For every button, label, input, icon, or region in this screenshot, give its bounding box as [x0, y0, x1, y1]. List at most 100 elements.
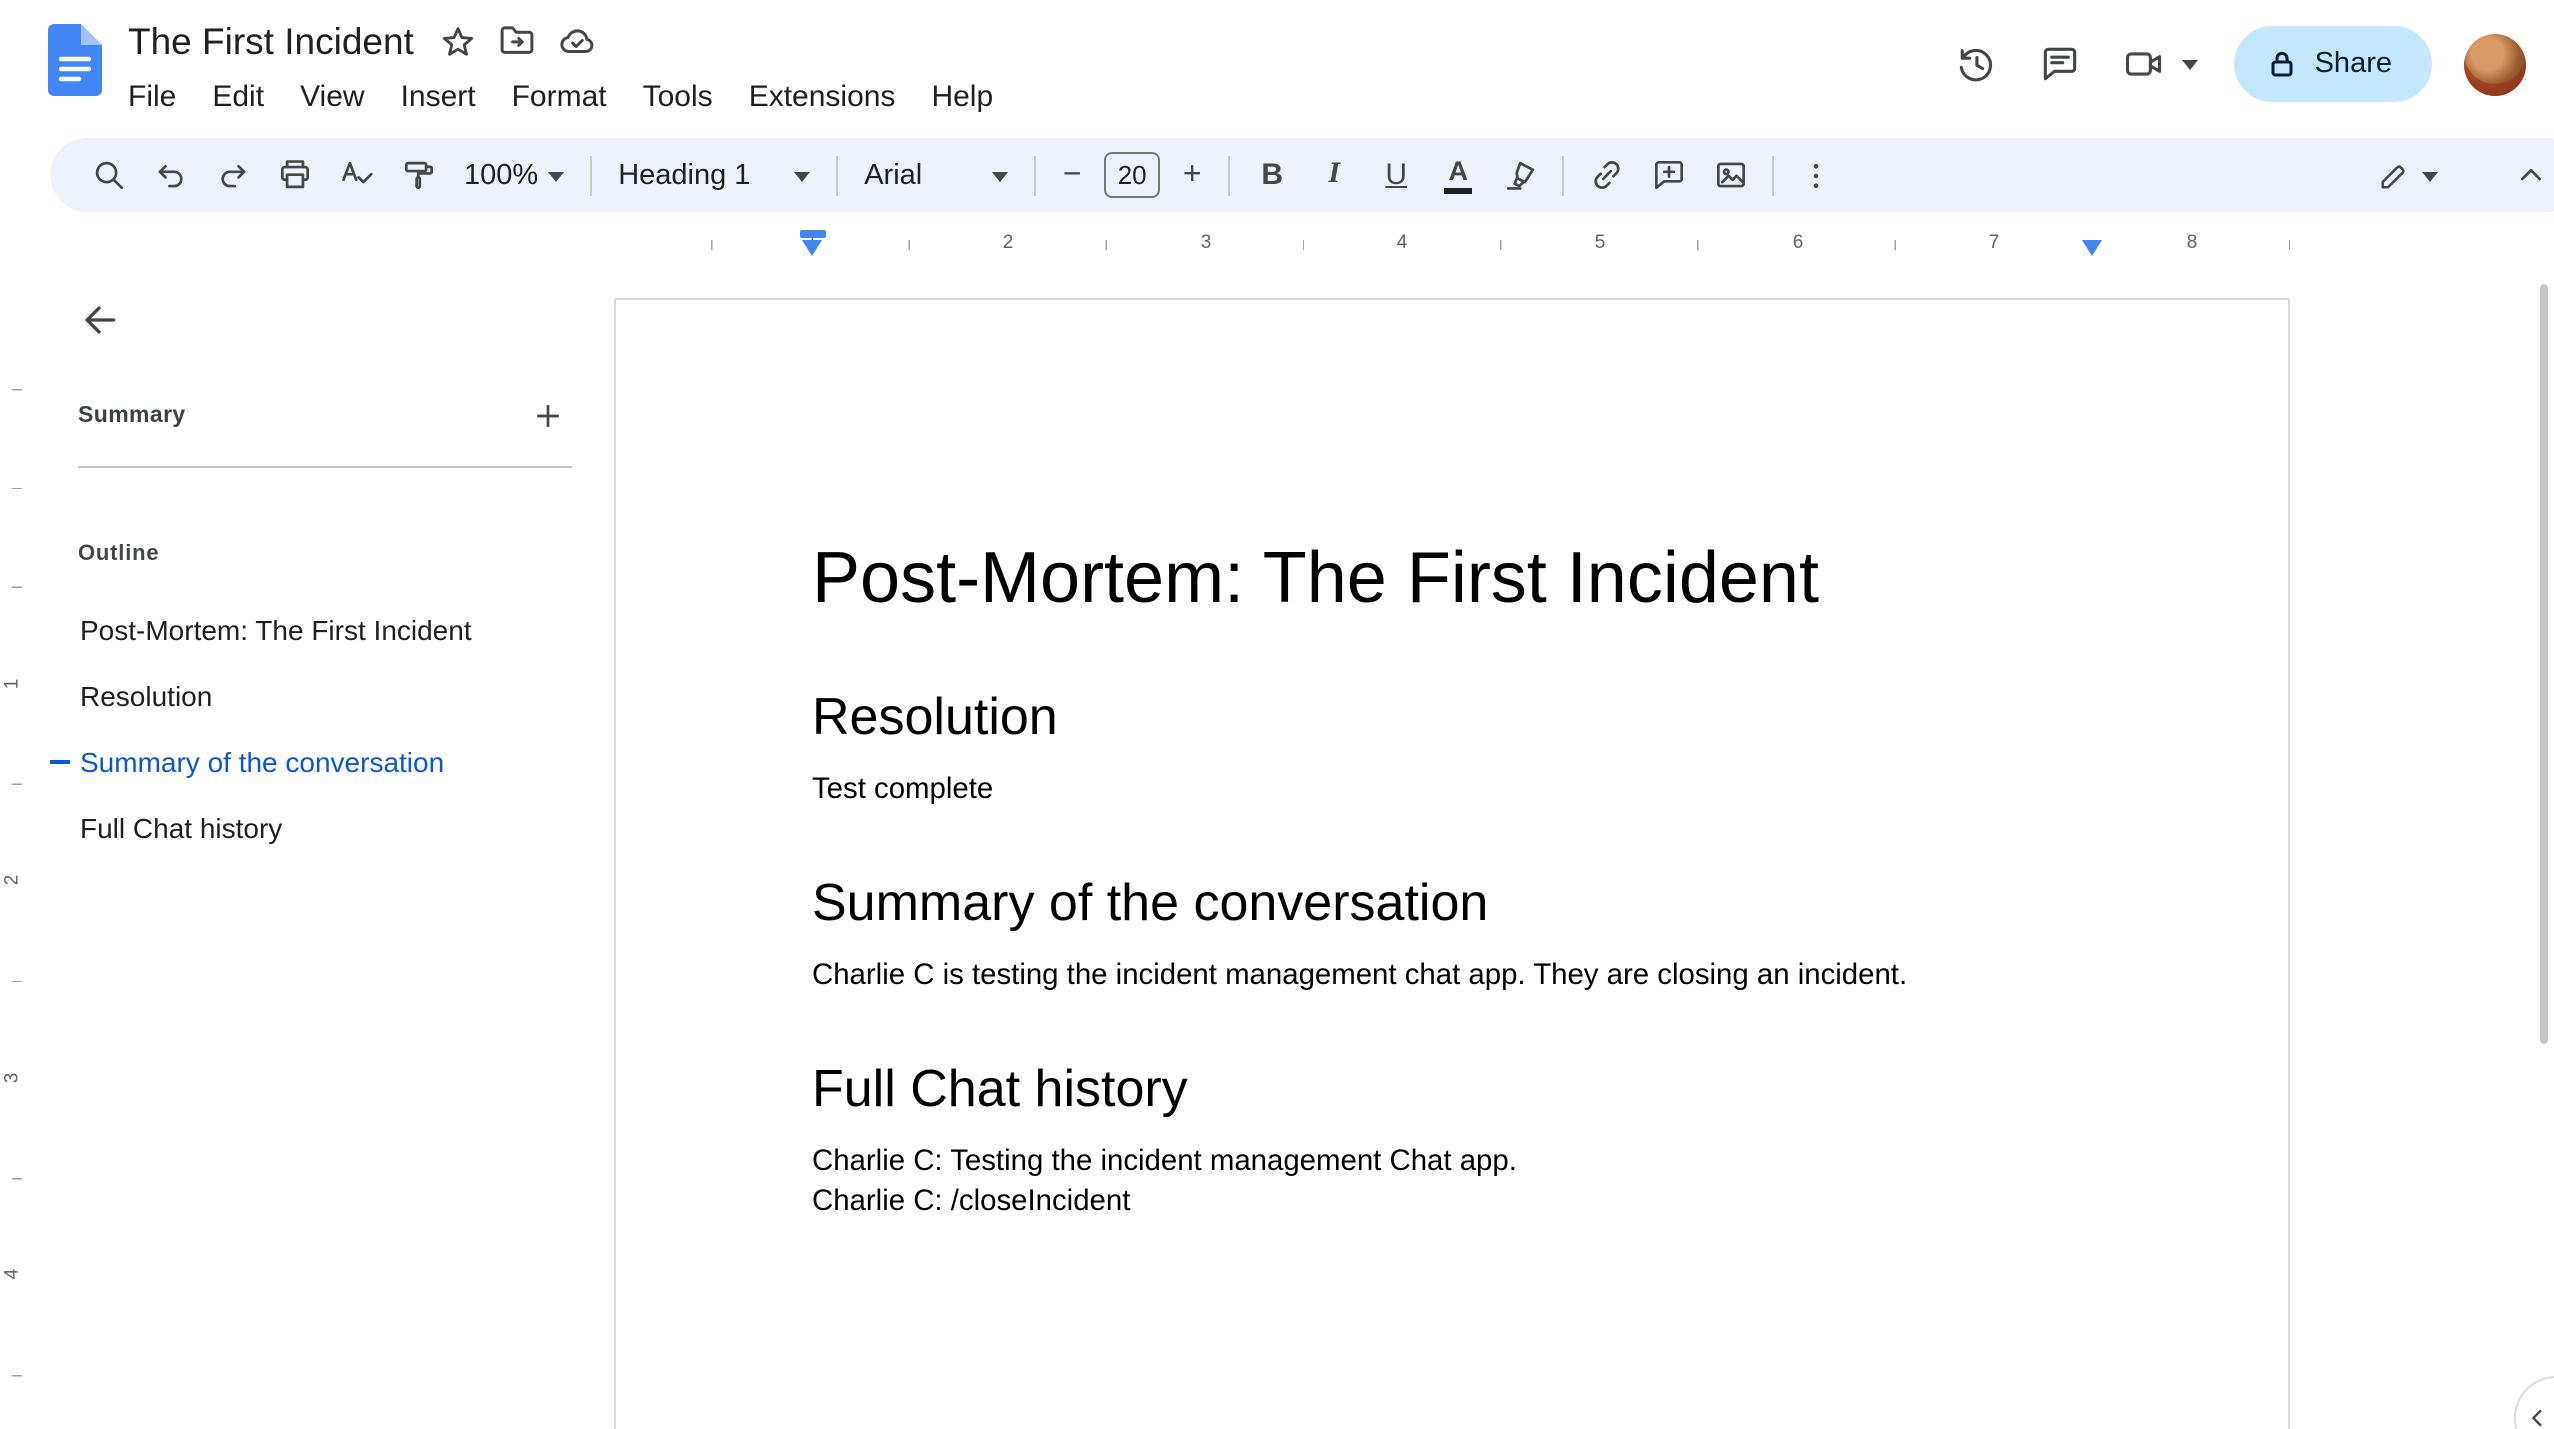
- menu-view[interactable]: View: [282, 76, 383, 118]
- menu-tools[interactable]: Tools: [625, 76, 731, 118]
- zoom-value: 100%: [464, 159, 539, 191]
- share-button[interactable]: Share: [2234, 26, 2432, 102]
- document-page[interactable]: Post-Mortem: The First Incident Resoluti…: [614, 298, 2290, 1429]
- doc-paragraph[interactable]: Charlie C is testing the incident manage…: [812, 956, 2092, 996]
- outline-list: Post-Mortem: The First Incident Resoluti…: [50, 596, 594, 860]
- horizontal-ruler: 1 2 3 4 5 6 7 8: [614, 228, 2290, 262]
- outline-item-resolution[interactable]: Resolution: [50, 662, 594, 728]
- side-panel-toggle[interactable]: [2514, 1376, 2554, 1429]
- menu-extensions[interactable]: Extensions: [731, 76, 914, 118]
- comments-icon[interactable]: [2027, 30, 2095, 98]
- ruler-ticks: [12, 292, 22, 1429]
- bold-button[interactable]: B: [1242, 145, 1302, 205]
- font-select[interactable]: Arial: [850, 145, 1022, 205]
- toolbar: 100% Heading 1 Arial − 20 + B I U A: [50, 138, 2554, 212]
- chevron-down-icon: [2182, 60, 2199, 78]
- summary-section: Summary: [78, 394, 572, 438]
- underline-button[interactable]: U: [1366, 145, 1426, 205]
- undo-icon[interactable]: [140, 145, 200, 205]
- video-camera-icon: [2111, 30, 2179, 98]
- header-actions: Share: [1943, 24, 2526, 104]
- header: The First Incident File Edit View Insert…: [0, 0, 2554, 132]
- text-color-icon: A: [1444, 157, 1473, 193]
- doc-heading-title[interactable]: Post-Mortem: The First Incident: [812, 532, 2092, 624]
- doc-paragraph[interactable]: Charlie C: /closeIncident: [812, 1182, 2092, 1222]
- star-icon[interactable]: [432, 15, 484, 67]
- ruler-ticks: [614, 240, 2290, 250]
- menu-edit[interactable]: Edit: [194, 76, 282, 118]
- sidebar-divider: [78, 466, 572, 468]
- toolbar-divider: [1228, 155, 1231, 195]
- header-main: The First Incident File Edit View Insert…: [126, 14, 1011, 118]
- document-content: Post-Mortem: The First Incident Resoluti…: [616, 300, 2288, 1222]
- hide-menus-icon[interactable]: [2500, 145, 2554, 205]
- text-color-button[interactable]: A: [1428, 145, 1488, 205]
- active-indicator: [50, 693, 70, 697]
- chevron-down-icon: [794, 171, 811, 189]
- toolbar-divider: [590, 155, 593, 195]
- highlight-color-icon[interactable]: [1490, 145, 1550, 205]
- redo-icon[interactable]: [202, 145, 262, 205]
- chevron-down-icon: [2422, 171, 2438, 189]
- account-avatar[interactable]: [2464, 33, 2526, 95]
- zoom-select[interactable]: 100%: [450, 145, 578, 205]
- add-comment-icon[interactable]: [1638, 145, 1698, 205]
- menu-file[interactable]: File: [110, 76, 194, 118]
- google-docs-logo-icon[interactable]: [48, 24, 102, 96]
- paragraph-style-select[interactable]: Heading 1: [604, 145, 824, 205]
- lock-icon: [2267, 48, 2299, 80]
- toolbar-divider: [1562, 155, 1565, 195]
- cloud-saved-icon[interactable]: [552, 15, 604, 67]
- insert-image-icon[interactable]: [1700, 145, 1760, 205]
- right-indent-marker[interactable]: [2082, 240, 2102, 256]
- toolbar-divider: [1034, 155, 1037, 195]
- move-folder-icon[interactable]: [492, 15, 544, 67]
- chevron-down-icon: [548, 171, 565, 189]
- editing-mode-select[interactable]: [2362, 145, 2452, 205]
- print-icon[interactable]: [264, 145, 324, 205]
- meet-button[interactable]: [2111, 30, 2207, 98]
- first-line-indent-marker[interactable]: [799, 230, 825, 237]
- insert-link-icon[interactable]: [1576, 145, 1636, 205]
- summary-label: Summary: [78, 404, 186, 428]
- search-icon[interactable]: [78, 145, 138, 205]
- chevron-down-icon: [992, 171, 1009, 189]
- active-indicator: [50, 759, 70, 763]
- outline-item-full-chat-history[interactable]: Full Chat history: [50, 794, 594, 860]
- menu-help[interactable]: Help: [913, 76, 1011, 118]
- menu-format[interactable]: Format: [494, 76, 625, 118]
- vertical-scrollbar[interactable]: [2540, 284, 2548, 1044]
- outline-item-post-mortem[interactable]: Post-Mortem: The First Incident: [50, 596, 594, 662]
- outline-item-summary[interactable]: Summary of the conversation: [50, 728, 594, 794]
- outline-label: Outline: [78, 542, 160, 566]
- doc-heading-full-chat-history[interactable]: Full Chat history: [812, 1056, 2092, 1122]
- active-indicator: [50, 627, 70, 631]
- left-indent-marker[interactable]: [801, 240, 821, 256]
- italic-button[interactable]: I: [1304, 145, 1364, 205]
- more-options-icon[interactable]: [1786, 145, 1846, 205]
- share-label: Share: [2314, 48, 2392, 80]
- add-summary-icon[interactable]: [524, 392, 572, 440]
- vertical-ruler: 1 2 3 4: [1, 262, 30, 1429]
- doc-heading-summary[interactable]: Summary of the conversation: [812, 870, 2092, 936]
- paragraph-style-value: Heading 1: [618, 159, 751, 191]
- decrease-font-size-button[interactable]: −: [1048, 145, 1096, 205]
- font-size-input[interactable]: 20: [1104, 152, 1161, 198]
- doc-paragraph[interactable]: Charlie C: Testing the incident manageme…: [812, 1142, 2092, 1182]
- menu-insert[interactable]: Insert: [383, 76, 494, 118]
- close-outline-button[interactable]: [66, 286, 134, 354]
- version-history-icon[interactable]: [1943, 30, 2011, 98]
- document-title[interactable]: The First Incident: [126, 19, 424, 63]
- increase-font-size-button[interactable]: +: [1168, 145, 1216, 205]
- chevron-left-icon: [2524, 1404, 2552, 1429]
- doc-heading-resolution[interactable]: Resolution: [812, 684, 2092, 750]
- font-value: Arial: [864, 159, 923, 191]
- paint-format-icon[interactable]: [388, 145, 448, 205]
- google-docs-app: The First Incident File Edit View Insert…: [0, 0, 2554, 1429]
- doc-paragraph[interactable]: Test complete: [812, 770, 2092, 810]
- spellcheck-icon[interactable]: [326, 145, 386, 205]
- toolbar-divider: [1772, 155, 1775, 195]
- pen-icon: [2376, 157, 2412, 193]
- menu-bar: File Edit View Insert Format Tools Exten…: [110, 76, 1011, 118]
- toolbar-divider: [836, 155, 839, 195]
